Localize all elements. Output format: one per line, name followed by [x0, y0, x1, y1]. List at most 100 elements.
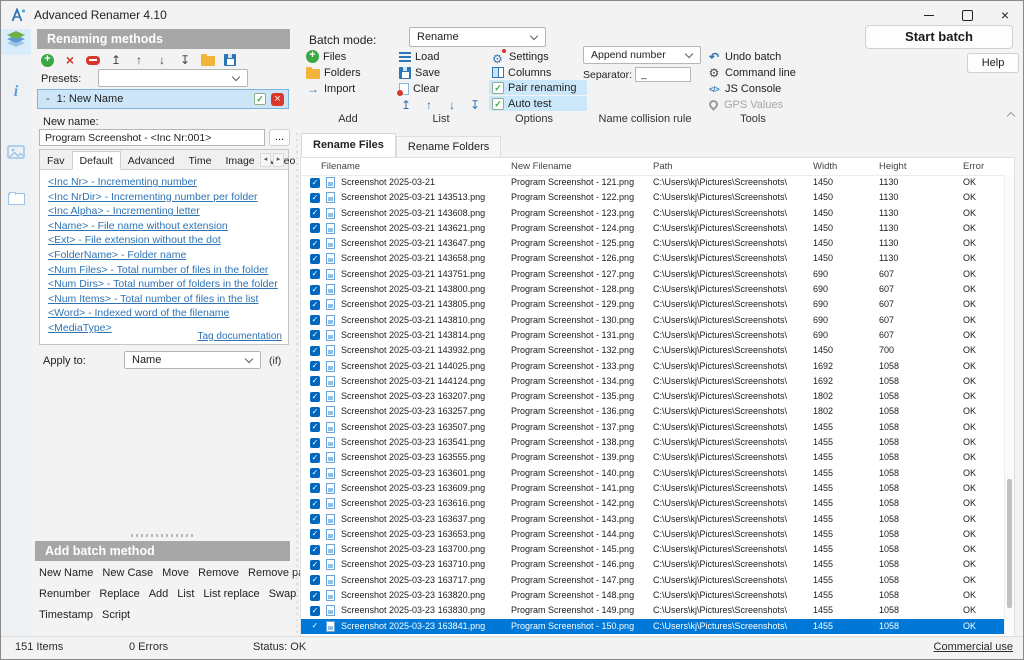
- move-file-down-icon[interactable]: [445, 98, 459, 112]
- tag-link[interactable]: <Word> - Indexed word of the filename: [48, 306, 288, 321]
- row-checkbox[interactable]: [310, 407, 320, 417]
- table-row[interactable]: Screenshot 2025-03-23 163820.png Program…: [301, 588, 1005, 603]
- import-button[interactable]: Import: [306, 81, 355, 96]
- tag-tab[interactable]: Advanced: [121, 152, 182, 169]
- tab-scroll-left-icon[interactable]: ◂: [260, 153, 271, 167]
- table-row[interactable]: Screenshot 2025-03-21 144124.png Program…: [301, 374, 1005, 389]
- add-batch-method-link[interactable]: New Case: [102, 567, 153, 579]
- minimize-button[interactable]: [917, 3, 941, 27]
- collision-rule-dropdown[interactable]: Append number: [583, 46, 701, 64]
- table-row[interactable]: Screenshot 2025-03-23 163830.png Program…: [301, 603, 1005, 618]
- remove-method-icon[interactable]: [63, 53, 77, 68]
- table-row[interactable]: Screenshot 2025-03-23 163841.png Program…: [301, 619, 1005, 634]
- separator-input[interactable]: [635, 67, 691, 82]
- add-files-button[interactable]: Files: [306, 49, 346, 64]
- row-checkbox[interactable]: [310, 560, 320, 570]
- tag-tab[interactable]: Default: [72, 151, 121, 170]
- settings-button[interactable]: Settings: [492, 49, 549, 64]
- tag-link[interactable]: <Ext> - File extension without the dot: [48, 233, 288, 248]
- tag-link[interactable]: <Inc NrDir> - Incrementing number per fo…: [48, 190, 288, 205]
- list-clear-button[interactable]: Clear: [399, 81, 439, 96]
- row-checkbox[interactable]: [310, 254, 320, 264]
- undo-batch-button[interactable]: Undo batch: [707, 49, 781, 64]
- add-batch-method-link[interactable]: Renumber: [39, 588, 90, 600]
- tag-link[interactable]: <Num Dirs> - Total number of folders in …: [48, 277, 288, 292]
- column-header-error[interactable]: Error: [963, 158, 984, 175]
- row-checkbox[interactable]: [310, 361, 320, 371]
- tag-link[interactable]: <Name> - File name without extension: [48, 219, 288, 234]
- add-batch-method-link[interactable]: Replace: [99, 588, 139, 600]
- command-line-button[interactable]: Command line: [707, 65, 796, 80]
- row-checkbox[interactable]: [310, 330, 320, 340]
- column-header-new-filename[interactable]: New Filename: [511, 158, 572, 175]
- tab-scroll-right-icon[interactable]: ▸: [273, 153, 284, 167]
- open-preset-icon[interactable]: [201, 56, 215, 66]
- panel-splitter-handle[interactable]: [131, 534, 193, 537]
- row-checkbox[interactable]: [310, 529, 320, 539]
- move-method-top-icon[interactable]: [109, 53, 123, 67]
- gps-values-button[interactable]: GPS Values: [707, 97, 783, 112]
- row-checkbox[interactable]: [310, 575, 320, 585]
- row-checkbox[interactable]: [310, 453, 320, 463]
- list-save-button[interactable]: Save: [399, 65, 440, 80]
- list-load-button[interactable]: Load: [399, 49, 439, 64]
- row-checkbox[interactable]: [310, 422, 320, 432]
- table-row[interactable]: Screenshot 2025-03-21 143647.png Program…: [301, 236, 1005, 251]
- move-file-top-icon[interactable]: [399, 98, 413, 112]
- row-checkbox[interactable]: [310, 269, 320, 279]
- table-row[interactable]: Screenshot 2025-03-21 143805.png Program…: [301, 297, 1005, 312]
- row-checkbox[interactable]: [310, 591, 320, 601]
- method-enabled-checkbox[interactable]: [254, 93, 266, 105]
- add-batch-method-link[interactable]: Add: [149, 588, 169, 600]
- table-row[interactable]: Screenshot 2025-03-23 163609.png Program…: [301, 481, 1005, 496]
- table-scrollbar[interactable]: [1004, 175, 1014, 636]
- tag-tab[interactable]: Image: [218, 152, 261, 169]
- table-row[interactable]: Screenshot 2025-03-21 143621.png Program…: [301, 221, 1005, 236]
- table-row[interactable]: Screenshot 2025-03-23 163653.png Program…: [301, 527, 1005, 542]
- pair-renaming-toggle[interactable]: Pair renaming: [489, 80, 587, 95]
- row-checkbox[interactable]: [310, 346, 320, 356]
- license-link[interactable]: Commercial use: [934, 641, 1013, 653]
- table-row[interactable]: Screenshot 2025-03-21 143608.png Program…: [301, 206, 1005, 221]
- add-method-icon[interactable]: [41, 54, 54, 67]
- row-checkbox[interactable]: [310, 285, 320, 295]
- add-batch-method-link[interactable]: List replace: [203, 588, 259, 600]
- column-header-path[interactable]: Path: [653, 158, 673, 175]
- row-checkbox[interactable]: [310, 239, 320, 249]
- row-checkbox[interactable]: [310, 483, 320, 493]
- column-header-filename[interactable]: Filename: [321, 158, 360, 175]
- column-header-width[interactable]: Width: [813, 158, 837, 175]
- table-row[interactable]: Screenshot 2025-03-23 163555.png Program…: [301, 450, 1005, 465]
- close-button[interactable]: ×: [993, 3, 1017, 27]
- add-batch-method-link[interactable]: New Name: [39, 567, 93, 579]
- if-link[interactable]: (if): [269, 355, 281, 367]
- row-checkbox[interactable]: [310, 438, 320, 448]
- apply-to-dropdown[interactable]: Name: [124, 351, 261, 369]
- method-delete-button[interactable]: [271, 93, 284, 106]
- tag-link[interactable]: <Inc Nr> - Incrementing number: [48, 175, 288, 190]
- add-batch-method-link[interactable]: Move: [162, 567, 189, 579]
- table-row[interactable]: Screenshot 2025-03-23 163717.png Program…: [301, 573, 1005, 588]
- collapse-indicator[interactable]: -: [46, 93, 50, 105]
- column-header-height[interactable]: Height: [879, 158, 906, 175]
- table-row[interactable]: Screenshot 2025-03-23 163507.png Program…: [301, 420, 1005, 435]
- tag-link[interactable]: <Num Items> - Total number of files in t…: [48, 292, 288, 307]
- row-checkbox[interactable]: [310, 499, 320, 509]
- file-list-tab[interactable]: Rename Folders: [396, 136, 501, 157]
- row-checkbox[interactable]: [310, 606, 320, 616]
- add-batch-method-link[interactable]: Remove: [198, 567, 239, 579]
- collapse-ribbon-icon[interactable]: [1008, 111, 1015, 118]
- add-batch-method-link[interactable]: Timestamp: [39, 609, 93, 621]
- method-item-new-name[interactable]: - 1: New Name: [37, 89, 289, 109]
- columns-button[interactable]: Columns: [492, 65, 551, 80]
- table-row[interactable]: Screenshot 2025-03-21 143751.png Program…: [301, 267, 1005, 282]
- table-row[interactable]: Screenshot 2025-03-23 163257.png Program…: [301, 404, 1005, 419]
- table-row[interactable]: Screenshot 2025-03-21 143800.png Program…: [301, 282, 1005, 297]
- table-row[interactable]: Screenshot 2025-03-21 144025.png Program…: [301, 359, 1005, 374]
- tag-link[interactable]: <FolderName> - Folder name: [48, 248, 288, 263]
- new-name-input[interactable]: [39, 129, 265, 146]
- move-file-up-icon[interactable]: [422, 98, 436, 112]
- row-checkbox[interactable]: [310, 315, 320, 325]
- table-row[interactable]: Screenshot 2025-03-23 163637.png Program…: [301, 512, 1005, 527]
- table-row[interactable]: Screenshot 2025-03-21 143810.png Program…: [301, 313, 1005, 328]
